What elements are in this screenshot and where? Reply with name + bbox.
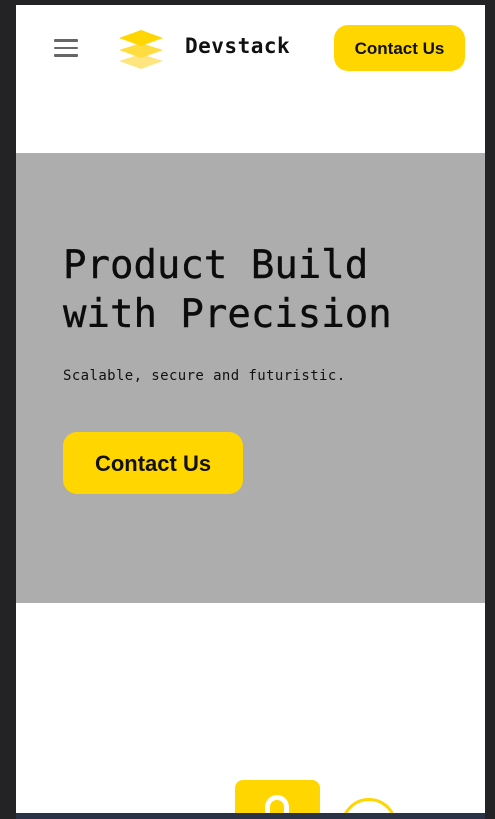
hamburger-menu-icon[interactable] bbox=[54, 39, 78, 57]
site-header: Devstack Contact Us bbox=[16, 5, 485, 91]
header-contact-button[interactable]: Contact Us bbox=[334, 25, 465, 71]
window-bottom-edge bbox=[16, 813, 485, 819]
hero-section: Product Build with Precision Scalable, s… bbox=[16, 153, 485, 603]
hero-title: Product Build with Precision bbox=[63, 243, 392, 337]
hero-subtitle: Scalable, secure and futuristic. bbox=[63, 368, 346, 384]
stacked-layers-icon[interactable] bbox=[117, 26, 165, 70]
brand-name[interactable]: Devstack bbox=[185, 34, 290, 58]
feature-tile-lock bbox=[235, 780, 320, 813]
lock-icon bbox=[265, 795, 289, 813]
page-viewport: Devstack Contact Us Product Build with P… bbox=[16, 5, 485, 813]
circle-icon bbox=[341, 798, 397, 813]
hero-contact-button[interactable]: Contact Us bbox=[63, 432, 243, 494]
